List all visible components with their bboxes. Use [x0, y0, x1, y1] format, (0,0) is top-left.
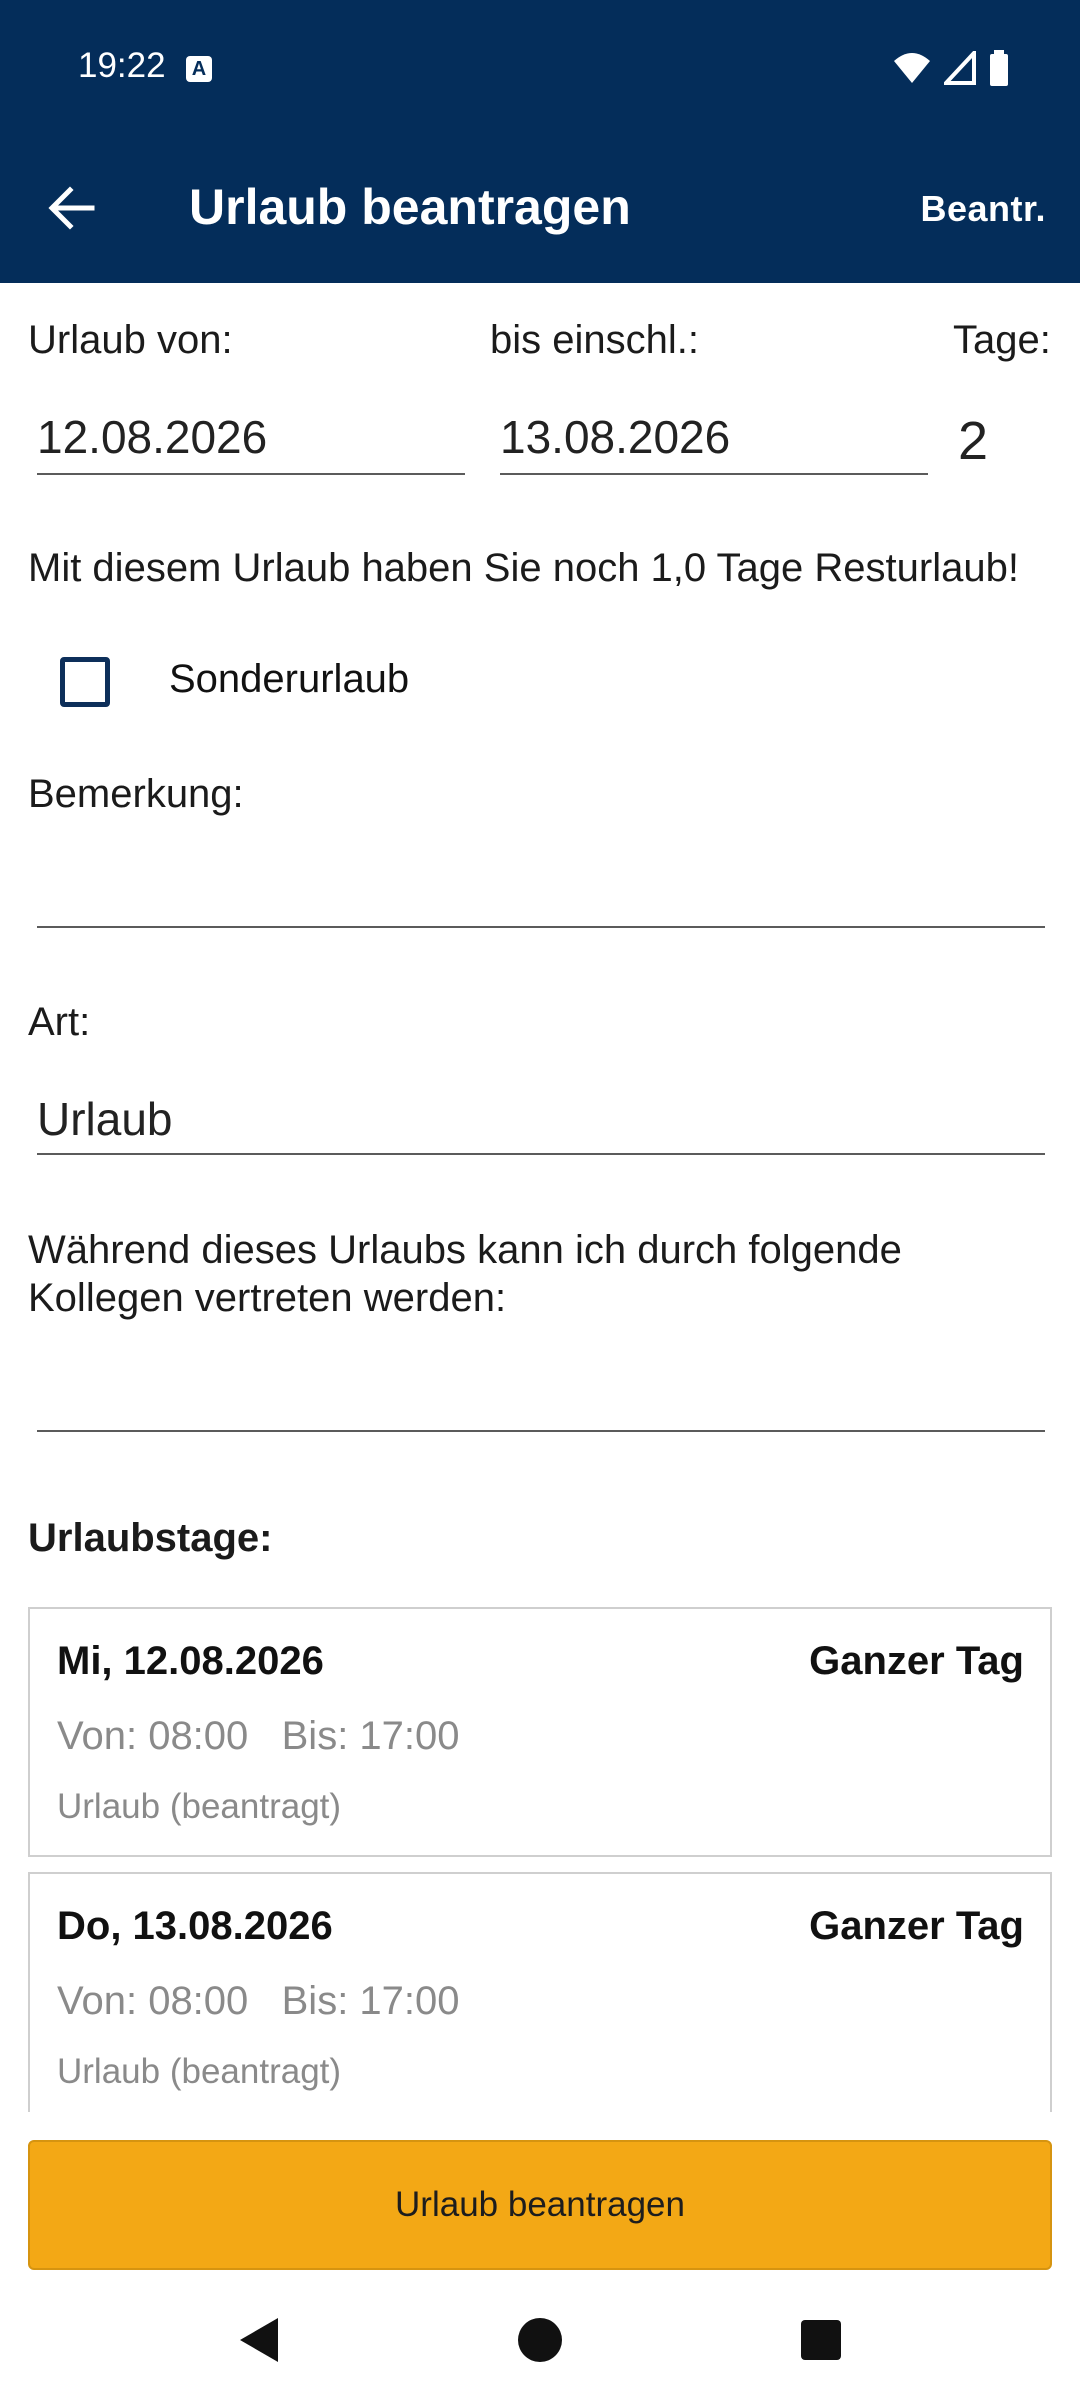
signal-icon — [944, 51, 976, 85]
back-arrow-icon[interactable] — [44, 180, 100, 236]
special-leave-checkbox[interactable] — [60, 657, 110, 707]
remark-underline — [37, 926, 1045, 928]
wifi-icon — [894, 53, 930, 83]
from-date-field[interactable]: 12.08.2026 — [37, 410, 267, 464]
page-title: Urlaub beantragen — [189, 179, 631, 235]
day-date: Do, 13.08.2026 — [57, 1904, 333, 1948]
substitute-text-line1: Während dieses Urlaubs kann ich durch fo… — [28, 1228, 902, 1272]
vacation-day-card[interactable]: Mi, 12.08.2026 Ganzer Tag Von: 08:00 Bis… — [28, 1607, 1052, 1857]
request-vacation-button[interactable]: Urlaub beantragen — [28, 2140, 1052, 2270]
remark-label: Bemerkung: — [28, 772, 244, 816]
status-icons — [892, 50, 1010, 86]
remark-input[interactable] — [37, 860, 1045, 920]
type-label: Art: — [28, 1000, 91, 1044]
nav-home-icon[interactable] — [500, 2300, 580, 2380]
status-time: 19:22 — [78, 46, 166, 85]
type-select[interactable]: Urlaub — [37, 1092, 173, 1146]
from-label: Urlaub von: — [28, 318, 233, 362]
to-date-field[interactable]: 13.08.2026 — [500, 410, 730, 464]
type-underline — [37, 1153, 1045, 1155]
substitute-underline — [37, 1430, 1045, 1432]
days-value: 2 — [958, 411, 989, 471]
vacation-days-title: Urlaubstage: — [28, 1516, 273, 1560]
to-date-underline — [500, 473, 928, 475]
to-label: bis einschl.: — [490, 318, 699, 362]
day-times: Von: 08:00 Bis: 17:00 — [57, 1714, 460, 1758]
day-date: Mi, 12.08.2026 — [57, 1639, 324, 1683]
from-date-underline — [37, 473, 465, 475]
request-vacation-label: Urlaub beantragen — [395, 2185, 685, 2224]
day-status: Urlaub (beantragt) — [57, 1787, 342, 1826]
substitute-text-line2: Kollegen vertreten werden: — [28, 1276, 507, 1320]
app-bar — [0, 0, 1080, 283]
submit-action-button[interactable]: Beantr. — [920, 188, 1046, 230]
day-duration: Ganzer Tag — [809, 1639, 1024, 1683]
day-times: Von: 08:00 Bis: 17:00 — [57, 1979, 460, 2023]
special-leave-label[interactable]: Sonderurlaub — [169, 657, 409, 702]
day-duration: Ganzer Tag — [809, 1904, 1024, 1948]
days-label: Tage: — [953, 318, 1051, 362]
substitute-input[interactable] — [37, 1365, 1045, 1425]
day-status: Urlaub (beantragt) — [57, 2052, 342, 2091]
nav-back-icon[interactable] — [218, 2300, 298, 2380]
remaining-leave-text: Mit diesem Urlaub haben Sie noch 1,0 Tag… — [28, 546, 1019, 590]
accessibility-badge-icon: A — [186, 56, 212, 82]
nav-recents-icon[interactable] — [781, 2300, 861, 2380]
vacation-day-card[interactable]: Do, 13.08.2026 Ganzer Tag Von: 08:00 Bis… — [28, 1872, 1052, 2112]
battery-icon — [990, 50, 1008, 86]
